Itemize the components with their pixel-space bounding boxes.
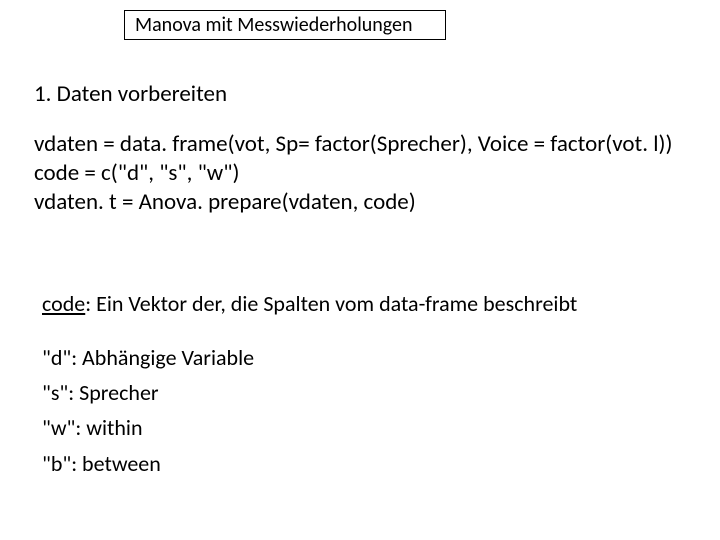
code-desc-text: : Ein Vektor der, die Spalten vom data-f… [85,290,577,317]
code-description: code: Ein Vektor der, die Spalten vom da… [42,290,682,317]
slide-title: Manova mit Messwiederholungen [135,13,413,37]
code-block: vdaten = data. frame(vot, Sp= factor(Spr… [34,130,674,216]
code-line-3: vdaten. t = Anova. prepare(vdaten, code) [34,188,416,216]
def-w: "w": within [42,410,254,445]
def-d: "d": Abhängige Variable [42,340,254,375]
def-s: "s": Sprecher [42,375,254,410]
code-line-1: vdaten = data. frame(vot, Sp= factor(Spr… [34,130,672,158]
code-term: code [42,290,85,317]
title-box: Manova mit Messwiederholungen [124,10,446,40]
section-heading: 1. Daten vorbereiten [34,80,227,108]
code-definitions: "d": Abhängige Variable "s": Sprecher "w… [42,340,254,481]
def-b: "b": between [42,446,254,481]
slide: Manova mit Messwiederholungen 1. Daten v… [0,0,720,540]
code-line-2: code = c("d", "s", "w") [34,159,239,187]
